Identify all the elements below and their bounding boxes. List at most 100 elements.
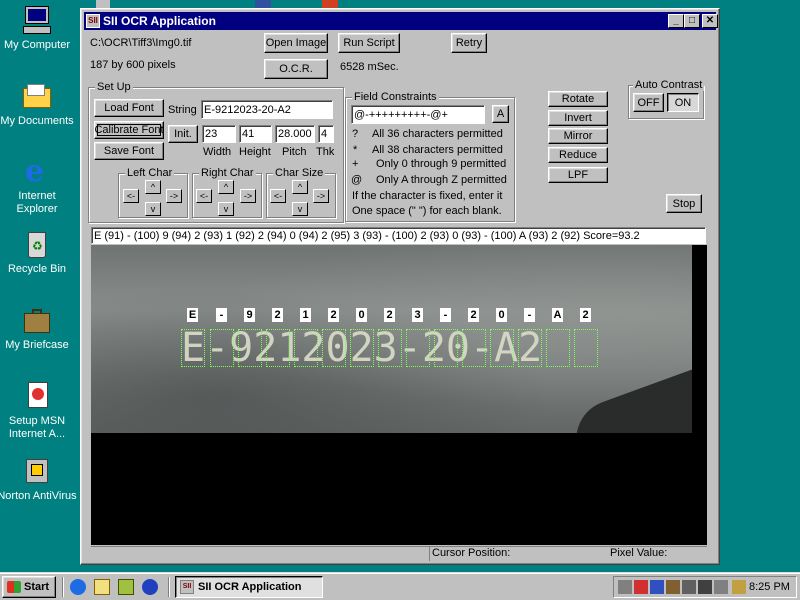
norton-antivirus-icon	[21, 455, 53, 487]
desktop-icon-my-computer[interactable]: My Computer	[0, 4, 77, 52]
open-image-button[interactable]: Open Image	[264, 33, 328, 53]
desktop-icon-setup-msn[interactable]: Setup MSN Internet A...	[0, 380, 77, 441]
constraint-note: One space (" ") for each blank.	[352, 205, 502, 217]
char-segment-box	[322, 329, 346, 367]
constraint-text: All 36 characters permitted	[372, 128, 503, 140]
windows-logo-icon	[7, 581, 21, 593]
setup-msn-icon	[21, 380, 53, 412]
computer-icon	[21, 4, 53, 36]
right-char-left-button[interactable]: <-	[196, 189, 212, 203]
taskbar: Start SII SII OCR Application 8:25 PM	[0, 572, 800, 600]
tray-icon[interactable]	[666, 580, 680, 594]
char-size-down-button[interactable]: v	[292, 202, 308, 216]
char-segment-box	[462, 329, 486, 367]
invert-button[interactable]: Invert	[548, 110, 608, 126]
desktop-icon-label: Setup MSN Internet A...	[8, 415, 66, 440]
start-label: Start	[24, 581, 50, 593]
run-script-button[interactable]: Run Script	[338, 33, 400, 53]
desktop-icon-norton-antivirus[interactable]: Norton AntiVirus	[0, 455, 77, 503]
constraint-a-button[interactable]: A	[492, 105, 509, 123]
constraint-symbol: ?	[352, 128, 359, 140]
tray-icon[interactable]	[634, 580, 648, 594]
close-button[interactable]: ✕	[702, 14, 718, 28]
task-label: SII OCR Application	[198, 581, 302, 593]
desktop-icon-label: Norton AntiVirus	[0, 490, 77, 502]
string-label: String	[168, 104, 197, 116]
right-char-down-button[interactable]: v	[218, 202, 234, 216]
rotate-button[interactable]: Rotate	[548, 91, 608, 107]
right-char-right-button[interactable]: ->	[240, 189, 256, 203]
height-input[interactable]: 41	[239, 125, 272, 143]
char-segment-box	[490, 329, 514, 367]
char-segment-box	[574, 329, 598, 367]
width-input[interactable]: 23	[202, 125, 236, 143]
desktop-icon-label: Recycle Bin	[7, 263, 67, 275]
quicklaunch-channels-icon[interactable]	[142, 579, 158, 595]
reduce-button[interactable]: Reduce	[548, 147, 608, 163]
constraint-symbol: +	[352, 158, 359, 170]
char-label: E	[187, 308, 198, 322]
thk-input[interactable]: 4	[318, 125, 334, 143]
char-size-up-button[interactable]: ^	[292, 180, 308, 194]
status-divider	[429, 546, 430, 561]
scanned-image: E-9212023-20-A2 E - 9 2 1 2 0 2 3 - 2 0 …	[91, 245, 692, 433]
char-label: 2	[384, 308, 395, 322]
char-label: 2	[468, 308, 479, 322]
save-font-button[interactable]: Save Font	[94, 142, 164, 160]
load-font-button[interactable]: Load Font	[94, 99, 164, 117]
auto-contrast-off-button[interactable]: OFF	[633, 93, 664, 112]
desktop-icon-my-briefcase[interactable]: My Briefcase	[0, 304, 77, 352]
desktop-icon-recycle-bin[interactable]: ♻ Recycle Bin	[0, 228, 77, 276]
init-button[interactable]: Init.	[168, 125, 198, 143]
folder-icon	[21, 80, 53, 112]
char-size-left-button[interactable]: <-	[270, 189, 286, 203]
speaker-icon[interactable]	[714, 580, 728, 594]
calibrate-font-button[interactable]: Calibrate Font	[94, 121, 164, 139]
pitch-input[interactable]: 28.000	[275, 125, 315, 143]
lpf-button[interactable]: LPF	[548, 167, 608, 183]
char-size-right-button[interactable]: ->	[313, 189, 329, 203]
field-constraints-input[interactable]: @-+++++++++-@+	[351, 105, 485, 124]
taskbar-separator	[62, 577, 64, 597]
ocr-result-field[interactable]: E (91) - (100) 9 (94) 2 (93) 1 (92) 2 (9…	[91, 227, 706, 244]
left-char-up-button[interactable]: ^	[145, 180, 161, 194]
clock[interactable]: 8:25 PM	[749, 581, 790, 593]
char-label: A	[552, 308, 563, 322]
string-input[interactable]: E-9212023-20-A2	[201, 100, 333, 119]
width-label: Width	[203, 146, 232, 158]
minimize-button[interactable]: _	[668, 14, 684, 28]
stop-button[interactable]: Stop	[666, 194, 702, 213]
right-char-up-button[interactable]: ^	[218, 180, 234, 194]
title-bar: SII SII OCR Application _ □ ✕	[84, 12, 718, 30]
auto-contrast-on-button[interactable]: ON	[667, 93, 699, 112]
setup-group-title: Set Up	[95, 81, 133, 93]
task-button-ocr[interactable]: SII SII OCR Application	[175, 576, 323, 598]
desktop-icon-internet-explorer[interactable]: e Internet Explorer	[0, 155, 77, 216]
maximize-button[interactable]: □	[684, 14, 700, 28]
arrow-up-icon: ^	[297, 181, 303, 192]
tray-icon[interactable]	[732, 580, 746, 594]
quicklaunch-ie-icon[interactable]	[70, 579, 86, 595]
left-char-left-button[interactable]: <-	[123, 189, 139, 203]
image-viewer[interactable]: E-9212023-20-A2 E - 9 2 1 2 0 2 3 - 2 0 …	[91, 245, 707, 545]
tray-icon[interactable]	[650, 580, 664, 594]
char-segment-box	[546, 329, 570, 367]
desktop-icon-label: My Computer	[3, 39, 71, 51]
left-char-right-button[interactable]: ->	[166, 189, 182, 203]
char-label: 3	[412, 308, 423, 322]
start-button[interactable]: Start	[2, 576, 56, 598]
char-segment-box	[266, 329, 290, 367]
char-segment-box	[181, 329, 205, 367]
minimize-icon: _	[673, 15, 679, 26]
tray-icon[interactable]	[682, 580, 696, 594]
retry-button[interactable]: Retry	[451, 33, 487, 53]
ocr-button[interactable]: O.C.R.	[264, 59, 328, 79]
field-constraints-title: Field Constraints	[352, 91, 439, 103]
desktop-icon-my-documents[interactable]: My Documents	[0, 80, 77, 128]
quicklaunch-desktop-icon[interactable]	[118, 579, 134, 595]
left-char-down-button[interactable]: v	[145, 202, 161, 216]
mirror-button[interactable]: Mirror	[548, 128, 608, 144]
quicklaunch-outlook-icon[interactable]	[94, 579, 110, 595]
tray-icon[interactable]	[698, 580, 712, 594]
tray-icon[interactable]	[618, 580, 632, 594]
